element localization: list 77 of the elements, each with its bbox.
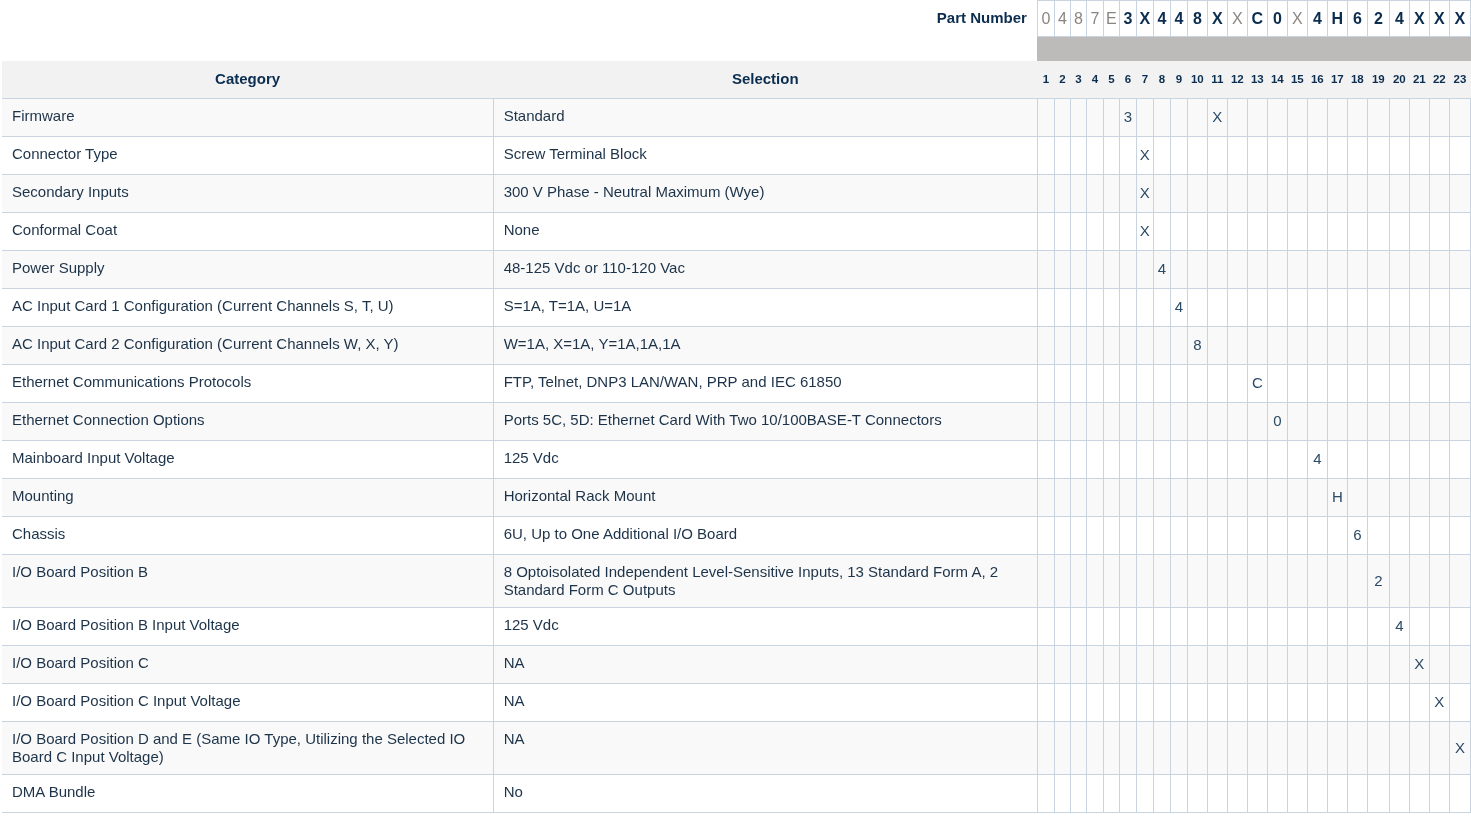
part-number-character: 0 xyxy=(1037,0,1055,37)
part-number-label: Part Number xyxy=(936,9,1027,27)
category-cell: AC Input Card 2 Configuration (Current Channels W, X, Y) xyxy=(2,326,494,365)
position-header: 6 xyxy=(1119,60,1137,99)
category-cell: Power Supply xyxy=(2,250,494,289)
category-cell: Connector Type xyxy=(2,136,494,175)
selection-cell: Standard xyxy=(493,98,1038,137)
category-cell: Chassis xyxy=(2,516,494,555)
part-number-character: C xyxy=(1247,0,1268,37)
category-cell: I/O Board Position C xyxy=(2,645,494,684)
category-cell: I/O Board Position B xyxy=(2,554,494,608)
part-number-character: 8 xyxy=(1187,0,1208,37)
selection-cell: 8 Optoisolated Independent Level-Sensitive Inputs, 13 Standard Form A, 2 Standard Form C Outputs xyxy=(493,554,1038,608)
position-header: 13 xyxy=(1247,60,1268,99)
category-cell: Mounting xyxy=(2,478,494,517)
position-header: 18 xyxy=(1347,60,1368,99)
position-header: 5 xyxy=(1103,60,1120,99)
category-cell: Conformal Coat xyxy=(2,212,494,251)
selection-cell: 125 Vdc xyxy=(493,440,1038,479)
selection-cell: None xyxy=(493,212,1038,251)
position-header: 17 xyxy=(1327,60,1348,99)
selection-cell: 6U, Up to One Additional I/O Board xyxy=(493,516,1038,555)
selection-cell: NA xyxy=(493,645,1038,684)
column-header: Category xyxy=(2,60,494,99)
category-cell: Ethernet Connection Options xyxy=(2,402,494,441)
part-number-character: 4 xyxy=(1389,0,1410,37)
position-header: 23 xyxy=(1449,60,1471,99)
position-header: 10 xyxy=(1187,60,1208,99)
selection-cell: W=1A, X=1A, Y=1A,1A,1A xyxy=(493,326,1038,365)
selection-cell: 125 Vdc xyxy=(493,607,1038,646)
selection-cell: Screw Terminal Block xyxy=(493,136,1038,175)
selection-cell: No xyxy=(493,774,1038,813)
position-header: 14 xyxy=(1267,60,1288,99)
selection-cell: NA xyxy=(493,683,1038,722)
part-number-character: 2 xyxy=(1367,0,1390,37)
position-header: 20 xyxy=(1389,60,1410,99)
category-cell: Ethernet Communications Protocols xyxy=(2,364,494,403)
category-cell: I/O Board Position D and E (Same IO Type, Utilizing the Selected IO Board C Input Voltage) xyxy=(2,721,494,775)
position-header: 12 xyxy=(1227,60,1248,99)
part-number-character: X xyxy=(1227,0,1248,37)
selection-cell: S=1A, T=1A, U=1A xyxy=(493,288,1038,327)
part-number-character: X xyxy=(1449,0,1471,37)
selection-cell: 300 V Phase - Neutral Maximum (Wye) xyxy=(493,174,1038,213)
position-header: 21 xyxy=(1409,60,1430,99)
category-cell: AC Input Card 1 Configuration (Current Channels S, T, U) xyxy=(2,288,494,327)
selection-cell: Ports 5C, 5D: Ethernet Card With Two 10/100BASE-T Connectors xyxy=(493,402,1038,441)
part-number-character: X xyxy=(1429,0,1450,37)
part-number-character: X xyxy=(1287,0,1308,37)
selection-cell: FTP, Telnet, DNP3 LAN/WAN, PRP and IEC 61850 xyxy=(493,364,1038,403)
part-number-character: 4 xyxy=(1307,0,1328,37)
category-cell: I/O Board Position C Input Voltage xyxy=(2,683,494,722)
part-number-character: H xyxy=(1327,0,1348,37)
position-header: 19 xyxy=(1367,60,1390,99)
selection-cell: Horizontal Rack Mount xyxy=(493,478,1038,517)
position-header: 11 xyxy=(1207,60,1228,99)
selection-cell: NA xyxy=(493,721,1038,775)
position-header: 7 xyxy=(1136,60,1154,99)
position-header: 15 xyxy=(1287,60,1308,99)
position-header: 3 xyxy=(1070,60,1087,99)
part-number-character: 6 xyxy=(1347,0,1368,37)
selection-cell: 48-125 Vdc or 110-120 Vac xyxy=(493,250,1038,289)
position-header: 16 xyxy=(1307,60,1328,99)
column-header: Selection xyxy=(493,60,1038,99)
part-number-character: 0 xyxy=(1267,0,1288,37)
category-cell: DMA Bundle xyxy=(2,774,494,813)
part-number-character: X xyxy=(1207,0,1228,37)
category-cell: Secondary Inputs xyxy=(2,174,494,213)
category-cell: Firmware xyxy=(2,98,494,137)
position-header: 4 xyxy=(1086,60,1104,99)
position-header: 1 xyxy=(1037,60,1055,99)
position-header: 8 xyxy=(1153,60,1171,99)
position-header: 9 xyxy=(1170,60,1188,99)
category-cell: Mainboard Input Voltage xyxy=(2,440,494,479)
part-number-character: X xyxy=(1409,0,1430,37)
position-header: 22 xyxy=(1429,60,1450,99)
category-cell: I/O Board Position B Input Voltage xyxy=(2,607,494,646)
position-header: 2 xyxy=(1054,60,1071,99)
